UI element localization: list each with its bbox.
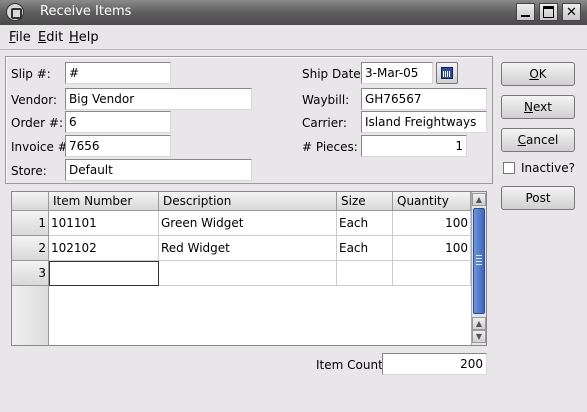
inactive-checkbox[interactable] <box>503 162 515 174</box>
menu-file[interactable]: File <box>9 30 31 45</box>
invoice-field[interactable]: 7656 <box>65 135 171 157</box>
close-icon[interactable]: ✕ <box>562 3 581 21</box>
cell-description[interactable] <box>159 261 337 286</box>
items-grid: Item Number Description Size Quantity 1 … <box>11 191 487 346</box>
scroll-up-icon[interactable]: ▲ <box>472 193 486 206</box>
row-header-filler <box>12 286 49 345</box>
item-count-label: Item Count: <box>316 358 387 372</box>
scroll-down-icon[interactable]: ▼ <box>472 330 486 343</box>
scroll-thumb[interactable] <box>473 208 485 314</box>
row-header[interactable]: 1 <box>12 211 49 236</box>
column-header-item-number[interactable]: Item Number <box>49 192 159 211</box>
grid-corner <box>12 192 49 211</box>
cell-size[interactable] <box>337 261 393 286</box>
app-icon[interactable] <box>6 3 24 21</box>
menu-help[interactable]: Help <box>69 30 99 45</box>
cancel-button[interactable]: Cancel <box>501 128 575 152</box>
store-label: Store: <box>11 164 47 178</box>
ok-button[interactable]: OK <box>501 62 575 86</box>
inactive-label: Inactive? <box>521 161 575 175</box>
scroll-up-icon[interactable]: ▲ <box>472 317 486 330</box>
order-label: Order #: <box>11 116 64 130</box>
calendar-button[interactable] <box>436 62 458 84</box>
carrier-field[interactable]: Island Freightways <box>361 111 487 133</box>
post-button[interactable]: Post <box>501 186 575 210</box>
minimize-icon[interactable] <box>516 3 535 21</box>
cell-size[interactable]: Each <box>337 236 393 261</box>
next-button[interactable]: Next <box>501 95 575 119</box>
pieces-label: # Pieces: <box>302 140 358 154</box>
row-header[interactable]: 3 <box>12 261 49 286</box>
row-header[interactable]: 2 <box>12 236 49 261</box>
column-header-size[interactable]: Size <box>337 192 393 211</box>
vendor-label: Vendor: <box>11 93 57 107</box>
column-header-quantity[interactable]: Quantity <box>393 192 471 211</box>
calendar-icon <box>441 67 453 79</box>
cell-description[interactable]: Red Widget <box>159 236 337 261</box>
cell-item-number[interactable]: 102102 <box>49 236 159 261</box>
vendor-field[interactable]: Big Vendor <box>65 88 252 110</box>
order-field[interactable]: 6 <box>65 111 171 133</box>
item-count-field: 200 <box>382 353 487 375</box>
cell-quantity[interactable]: 100 <box>393 211 471 236</box>
store-field[interactable]: Default <box>65 159 252 181</box>
status-strip <box>0 404 587 412</box>
ship-date-field[interactable]: 3-Mar-05 <box>361 62 433 84</box>
pieces-field[interactable]: 1 <box>361 135 467 157</box>
window-title: Receive Items <box>40 4 132 19</box>
slip-label: Slip #: <box>11 67 51 81</box>
cell-item-number[interactable] <box>49 261 159 286</box>
menu-edit[interactable]: Edit <box>38 30 63 45</box>
cell-description[interactable]: Green Widget <box>159 211 337 236</box>
cell-quantity[interactable] <box>393 261 471 286</box>
waybill-label: Waybill: <box>302 93 350 107</box>
cell-quantity[interactable]: 100 <box>393 236 471 261</box>
cell-item-number[interactable]: 101101 <box>49 211 159 236</box>
vertical-scrollbar[interactable]: ▲ ▲ ▼ <box>471 192 486 345</box>
invoice-label: Invoice #: <box>11 140 72 154</box>
carrier-label: Carrier: <box>302 116 347 130</box>
column-header-description[interactable]: Description <box>159 192 337 211</box>
cell-size[interactable]: Each <box>337 211 393 236</box>
maximize-icon[interactable] <box>539 3 558 21</box>
slip-field[interactable]: # <box>65 62 171 84</box>
waybill-field[interactable]: GH76567 <box>361 88 487 110</box>
ship-date-label: Ship Date: <box>302 67 365 81</box>
